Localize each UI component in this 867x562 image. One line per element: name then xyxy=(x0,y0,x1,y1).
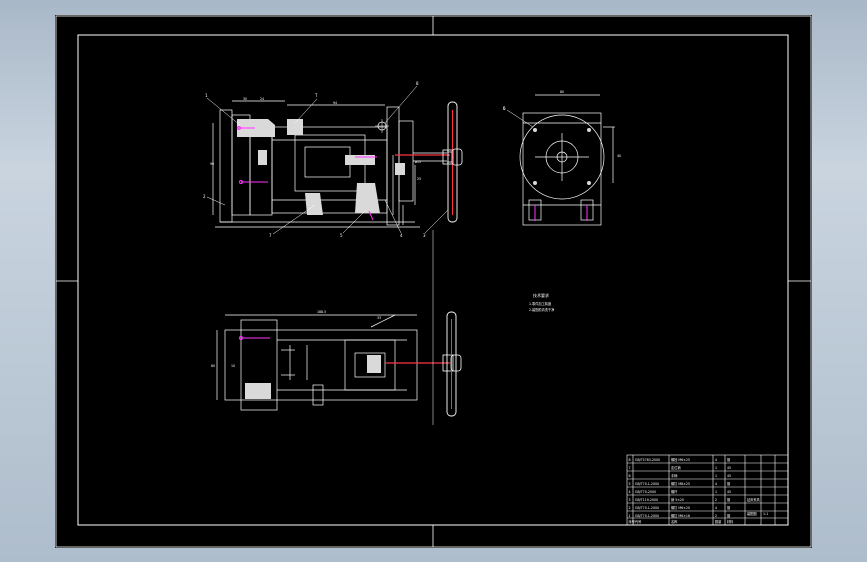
title-block-cell: 45 xyxy=(727,466,731,470)
title-block-cell: GB/T70-2000 xyxy=(635,490,656,494)
side-leader xyxy=(506,109,534,128)
title-block-cell: 手柄 xyxy=(671,473,678,478)
leader-label: 5 xyxy=(340,233,343,238)
dim-text: 60 xyxy=(211,364,215,368)
dim-text: 25 xyxy=(417,177,421,181)
title-block-header: 数量 xyxy=(715,519,722,524)
title-block-header: 材料 xyxy=(727,519,734,524)
dim-text: 33 xyxy=(377,316,381,320)
title-block-cell: 3 xyxy=(629,498,631,502)
title-block-cell: 1 xyxy=(629,514,631,518)
leader-label: 1 xyxy=(205,93,208,98)
dim-text: 10 xyxy=(231,364,235,368)
title-block-cell: 螺杆 xyxy=(671,489,678,494)
title-block-cell: 4 xyxy=(629,490,631,494)
title-block-cell: 定位销 xyxy=(671,465,681,470)
dim-text: ø15 xyxy=(415,160,421,164)
dim-text: 40 xyxy=(617,154,621,158)
title-block-cell: 8 xyxy=(629,458,631,462)
handle-top xyxy=(385,311,462,417)
front-view-leaders xyxy=(206,85,449,235)
centering-marks xyxy=(56,16,811,547)
title-block-header: 代号 xyxy=(635,519,641,524)
title-block-cell: 钢 xyxy=(727,457,730,462)
title-block-scale: 1:1 xyxy=(763,512,768,516)
title-block-cell: 45 xyxy=(727,474,731,478)
leader-label: 8 xyxy=(416,81,419,86)
title-block-cell: 钢 xyxy=(727,505,730,510)
title-block-cell: GB/T119-2000 xyxy=(635,498,658,502)
title-block-cell: GB/T5783-2000 xyxy=(635,458,660,462)
leader-label: 2 xyxy=(203,194,206,199)
title-block-cell: 螺钉 M6×20 xyxy=(671,505,690,510)
leader-label: 3 xyxy=(423,233,426,238)
title-block-cell: 螺钉 M6×16 xyxy=(671,513,690,518)
title-block-header: 名称 xyxy=(671,519,678,524)
title-block-cell: 2 xyxy=(715,498,717,502)
leader-label: 7 xyxy=(269,233,272,238)
title-block-cell: 钢 xyxy=(727,481,730,486)
title-block-cell: GB/T70.1-2000 xyxy=(635,482,659,486)
note-line: 1.零件加工精度 xyxy=(529,301,552,306)
title-block-cell: 1 xyxy=(715,474,717,478)
front-view-hatch xyxy=(237,119,405,215)
side-view-screws xyxy=(534,205,588,221)
title-block-cell: GB/T70.1-2000 xyxy=(635,514,659,518)
title-block-cell: 销 5×20 xyxy=(671,497,684,502)
title-block-cell: 45 xyxy=(727,490,731,494)
title-block-cell: 1 xyxy=(715,466,717,470)
title-block-cell: GB/T70.1-2000 xyxy=(635,506,659,510)
title-block-sheet: 装配图 xyxy=(747,511,757,516)
notes-title: 技术要求 xyxy=(533,292,549,298)
title-block-rows: 8 GB/T5783-2000 螺栓 M6×25 4 钢 7 定位销 1 45 6 手柄 1 45 5 GB… xyxy=(629,457,735,524)
title-block-cell: 4 xyxy=(715,506,717,510)
title-block-cell: 2 xyxy=(629,506,631,510)
title-block-cell: 螺栓 M6×25 xyxy=(671,457,690,462)
top-view-screws xyxy=(239,336,270,340)
title-block-cell: 5 xyxy=(629,482,631,486)
title-block-cell: 4 xyxy=(715,482,717,486)
title-block-cell: 1 xyxy=(715,490,717,494)
dim-text: 188.5 xyxy=(317,310,326,314)
note-line: 2.装配前清洗干净 xyxy=(529,307,555,312)
drawing-sheet: 1 T 8 6 2 7 5 3 4 30 24 94 90 ø15 25 80 … xyxy=(55,15,812,548)
cad-window: 1 T 8 6 2 7 5 3 4 30 24 94 90 ø15 25 80 … xyxy=(0,0,867,562)
title-block-cell: 钢 xyxy=(727,513,730,518)
title-block-cell: 2 xyxy=(715,514,717,518)
outer-border xyxy=(55,15,812,548)
leader-label: T xyxy=(314,93,318,98)
title-block-name: 钻床夹具 xyxy=(747,497,761,502)
dim-text: 24 xyxy=(260,97,264,101)
leader-label: 4 xyxy=(400,233,403,238)
title-block-cell: 钢 xyxy=(727,497,730,502)
dim-text: 30 xyxy=(243,97,247,101)
leader-label: 5 xyxy=(503,106,506,111)
dim-text: 80 xyxy=(560,90,564,94)
dim-text: 90 xyxy=(210,162,214,166)
drawing-canvas: 1 T 8 6 2 7 5 3 4 30 24 94 90 ø15 25 80 … xyxy=(55,15,812,548)
title-block-cell: 螺钉 M8×25 xyxy=(671,481,690,486)
title-block-cell: 4 xyxy=(715,458,717,462)
title-block-cell: 6 xyxy=(629,474,631,478)
dim-text: 94 xyxy=(333,101,337,105)
title-block-header: 序号 xyxy=(629,519,635,524)
side-view xyxy=(519,94,615,226)
title-block-cell: 7 xyxy=(629,466,631,470)
